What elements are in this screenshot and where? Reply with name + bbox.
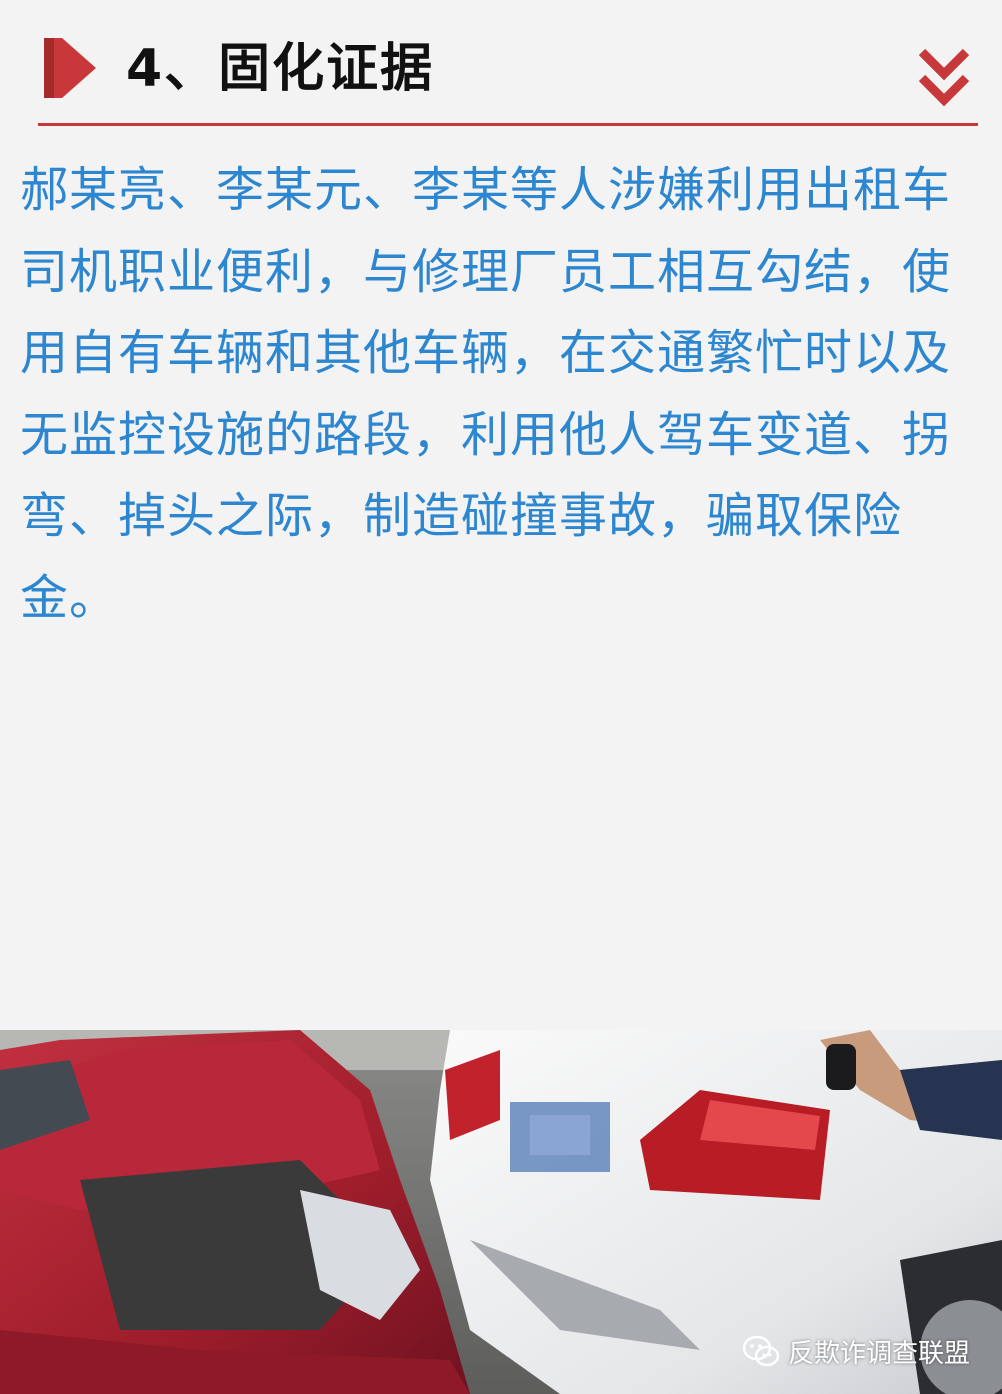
watermark: 反欺诈调查联盟 [742, 1333, 970, 1370]
watermark-text: 反欺诈调查联盟 [787, 1339, 970, 1369]
section-title: 4、固化证据 [126, 39, 435, 99]
header-divider [38, 123, 978, 126]
section-header: 4、固化证据 [0, 0, 1002, 128]
accident-photo: 反欺诈调查联盟 [0, 1030, 1002, 1394]
wechat-icon [742, 1335, 780, 1366]
red-arrow-icon [44, 38, 96, 98]
double-chevron-down-icon[interactable] [918, 46, 970, 110]
case-description: 郝某亮、李某元、李某等人涉嫌利用出租车司机职业便利，与修理厂员工相互勾结，使用自… [20, 162, 952, 626]
